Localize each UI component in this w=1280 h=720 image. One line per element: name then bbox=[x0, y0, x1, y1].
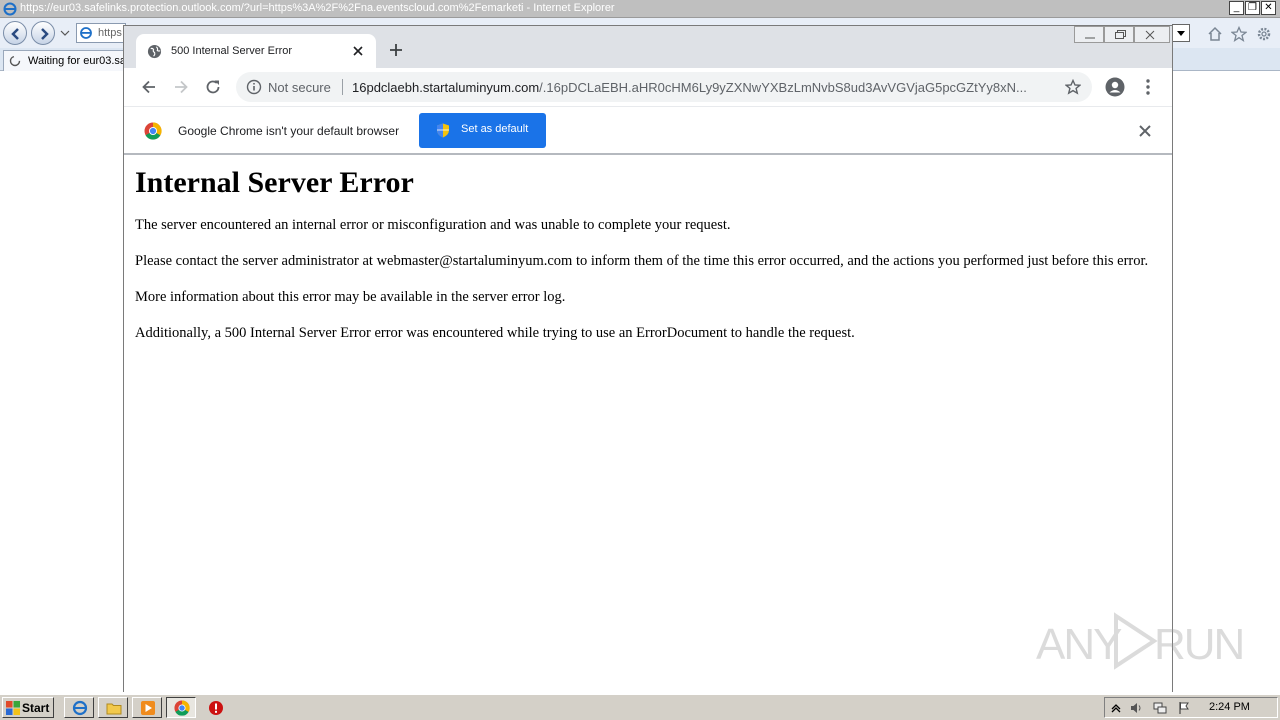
reload-icon[interactable] bbox=[204, 78, 222, 96]
watermark-text-right: RUN bbox=[1154, 620, 1245, 669]
dropdown-triangle-icon bbox=[1177, 31, 1185, 36]
settings-gear-icon[interactable] bbox=[1256, 26, 1272, 42]
ie-address-bar[interactable]: https bbox=[76, 23, 126, 43]
error-paragraph-2: Please contact the server administrator … bbox=[135, 253, 1149, 269]
ie-icon bbox=[72, 700, 88, 716]
ie-restore-button[interactable]: ❐ bbox=[1245, 1, 1260, 15]
anyrun-watermark: ANY RUN bbox=[1036, 608, 1245, 674]
globe-icon bbox=[147, 44, 162, 59]
chrome-icon bbox=[174, 700, 190, 716]
ie-minimize-button[interactable]: _ bbox=[1229, 1, 1244, 15]
uac-shield-icon bbox=[437, 123, 449, 138]
system-tray: 2:24 PM bbox=[1104, 697, 1278, 718]
error-page-content: Internal Server Error The server encount… bbox=[124, 155, 1172, 692]
minimize-icon bbox=[1085, 37, 1095, 39]
taskbar-explorer-button[interactable] bbox=[98, 697, 128, 718]
ie-back-button[interactable] bbox=[3, 21, 27, 45]
kebab-menu-icon[interactable] bbox=[1142, 78, 1154, 96]
taskbar: Start 2:24 PM bbox=[0, 694, 1280, 720]
chrome-tab[interactable]: 500 Internal Server Error bbox=[136, 34, 376, 68]
clock[interactable]: 2:24 PM bbox=[1209, 701, 1250, 713]
ie-titlebar: https://eur03.safelinks.protection.outlo… bbox=[0, 0, 1280, 18]
error-paragraph-4: Additionally, a 500 Internal Server Erro… bbox=[135, 325, 855, 341]
set-as-default-button[interactable]: Set as default bbox=[419, 113, 546, 148]
media-player-icon bbox=[141, 701, 155, 715]
forward-arrow-icon[interactable] bbox=[172, 78, 190, 96]
bookmark-star-icon[interactable] bbox=[1065, 79, 1081, 95]
favorites-star-icon[interactable] bbox=[1231, 26, 1247, 42]
restore-icon bbox=[1115, 30, 1126, 39]
omnibox-divider bbox=[342, 79, 343, 95]
close-tab-icon[interactable] bbox=[350, 43, 366, 59]
chrome-window: 500 Internal Server Error Not secure 16p… bbox=[123, 25, 1173, 692]
network-icon[interactable] bbox=[1153, 701, 1167, 715]
taskbar-ie-button[interactable] bbox=[64, 697, 94, 718]
error-paragraph-3: More information about this error may be… bbox=[135, 289, 566, 305]
chrome-tab-title: 500 Internal Server Error bbox=[171, 45, 293, 57]
show-hidden-icons-icon[interactable] bbox=[1109, 701, 1123, 715]
close-infobar-icon[interactable] bbox=[1138, 124, 1152, 138]
default-browser-infobar: Google Chrome isn't your default browser… bbox=[124, 106, 1172, 155]
ie-tab[interactable]: Waiting for eur03.sa bbox=[3, 50, 127, 71]
stop-icon bbox=[209, 701, 223, 715]
watermark-text-left: ANY bbox=[1036, 620, 1122, 669]
explorer-folder-icon bbox=[106, 703, 122, 715]
loading-spinner-icon bbox=[9, 55, 21, 67]
chrome-minimize-button[interactable] bbox=[1074, 26, 1104, 43]
chrome-toolbar: Not secure 16pdclaebh.startaluminyum.com… bbox=[124, 68, 1172, 106]
ie-history-dropdown-icon[interactable] bbox=[60, 28, 70, 38]
close-icon bbox=[1145, 30, 1155, 40]
page-title: Internal Server Error bbox=[135, 166, 414, 199]
ie-window-title: https://eur03.safelinks.protection.outlo… bbox=[20, 2, 615, 14]
taskbar-media-player-button[interactable] bbox=[132, 697, 162, 718]
taskbar-stop-button[interactable] bbox=[200, 697, 230, 718]
ie-address-text: https bbox=[98, 27, 122, 39]
start-label: Start bbox=[22, 701, 50, 715]
chrome-logo-icon bbox=[144, 122, 162, 140]
profile-avatar-icon[interactable] bbox=[1105, 77, 1125, 97]
back-arrow-icon[interactable] bbox=[140, 78, 158, 96]
chrome-tab-strip: 500 Internal Server Error bbox=[124, 26, 1172, 68]
ie-address-dropdown-button[interactable] bbox=[1172, 24, 1190, 42]
play-logo-icon bbox=[1114, 612, 1158, 670]
info-icon[interactable] bbox=[246, 79, 262, 95]
ie-logo-icon bbox=[3, 2, 17, 16]
chrome-close-button[interactable] bbox=[1134, 26, 1170, 43]
error-paragraph-1: The server encountered an internal error… bbox=[135, 217, 731, 233]
url-text[interactable]: 16pdclaebh.startaluminyum.com/.16pDCLaEB… bbox=[352, 80, 1057, 95]
taskbar-chrome-button[interactable] bbox=[166, 697, 196, 718]
ie-page-icon bbox=[80, 27, 92, 39]
url-host: 16pdclaebh.startaluminyum.com bbox=[352, 80, 540, 95]
ie-tab-label: Waiting for eur03.sa bbox=[28, 55, 127, 67]
ie-close-button[interactable]: ✕ bbox=[1261, 1, 1276, 15]
ie-forward-button[interactable] bbox=[31, 21, 55, 45]
start-button[interactable]: Start bbox=[2, 697, 54, 718]
windows-logo-icon bbox=[6, 701, 20, 715]
volume-icon[interactable] bbox=[1129, 701, 1143, 715]
chrome-restore-button[interactable] bbox=[1104, 26, 1134, 43]
action-center-flag-icon[interactable] bbox=[1177, 701, 1191, 715]
url-path: /.16pDCLaEBH.aHR0cHM6Ly9yZXNwYXBzLmNvbS8… bbox=[539, 80, 1027, 95]
home-icon[interactable] bbox=[1207, 26, 1223, 42]
infobar-message: Google Chrome isn't your default browser bbox=[178, 124, 400, 138]
new-tab-plus-icon[interactable] bbox=[388, 42, 404, 58]
set-as-default-label: Set as default bbox=[461, 123, 529, 135]
back-arrow-icon bbox=[11, 28, 19, 40]
not-secure-label[interactable]: Not secure bbox=[268, 80, 331, 95]
forward-arrow-icon bbox=[41, 28, 49, 40]
address-bar[interactable]: Not secure 16pdclaebh.startaluminyum.com… bbox=[236, 72, 1092, 102]
